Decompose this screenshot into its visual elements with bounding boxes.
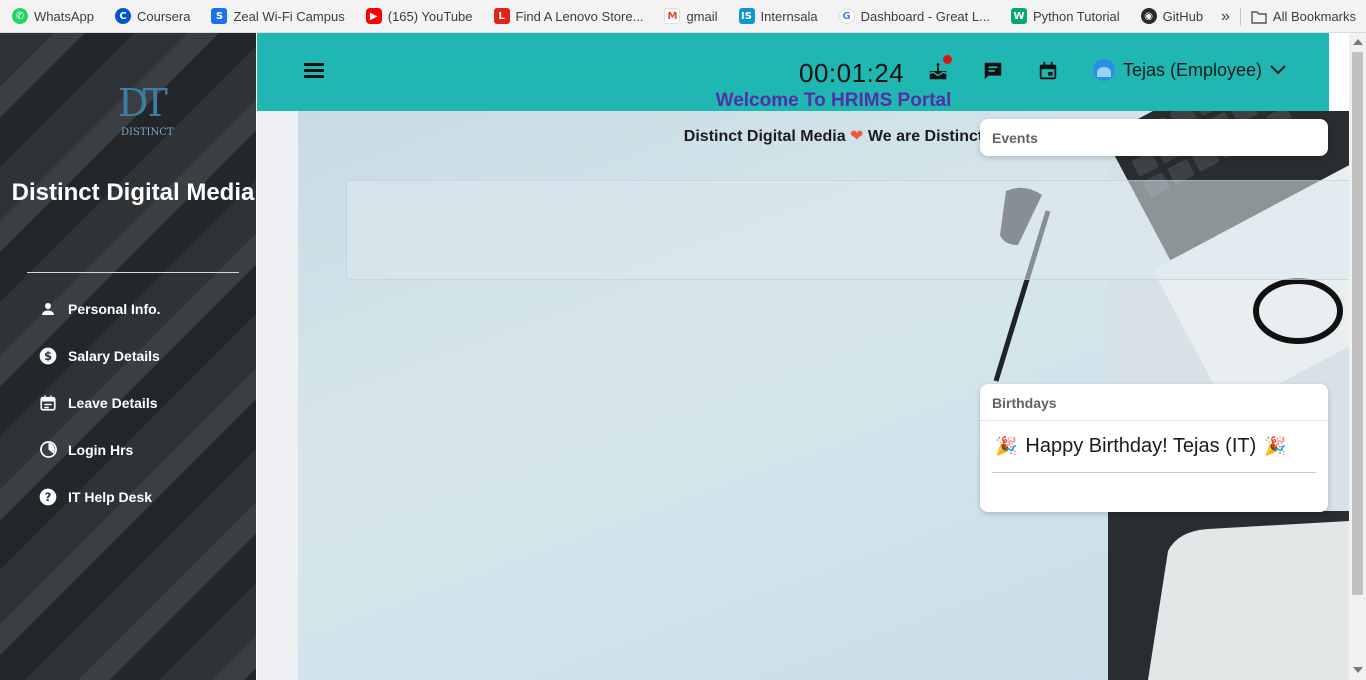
bookmark-label: (165) YouTube [387, 8, 473, 24]
party-popper-icon: 🎉 [1264, 436, 1287, 457]
w3schools-icon: W [1010, 8, 1027, 24]
bookmark-label: Dashboard - Great L... [860, 8, 990, 24]
scrollbar-thumb[interactable] [1352, 52, 1363, 595]
sidebar-item-salary-details[interactable]: $ Salary Details [38, 332, 161, 379]
sidebar-item-leave-details[interactable]: Leave Details [38, 379, 161, 426]
bookmark-whatsapp[interactable]: ✆ WhatsApp [12, 8, 94, 24]
help-icon: ? [38, 487, 58, 507]
github-icon: ◉ [1140, 8, 1157, 24]
birthday-message: Happy Birthday! Tejas (IT) [1025, 435, 1257, 457]
internshala-icon: IS [738, 8, 755, 24]
bookmark-dashboard[interactable]: G Dashboard - Great L... [838, 8, 990, 24]
sidebar-item-it-help-desk[interactable]: ? IT Help Desk [38, 473, 161, 520]
scroll-down-arrow-icon[interactable] [1353, 667, 1363, 673]
bookmarks-bar: ✆ WhatsApp C Coursera S Zeal Wi-Fi Campu… [0, 0, 1366, 33]
coursera-icon: C [114, 8, 131, 24]
content-gutter [257, 111, 298, 680]
bookmark-label: Coursera [136, 8, 191, 24]
company-logo: DT DISTINCT [118, 81, 180, 141]
sidebar-item-label: Leave Details [68, 394, 158, 411]
sidebar-item-label: Salary Details [68, 347, 160, 364]
svg-text:$: $ [44, 349, 52, 363]
cake-icon[interactable] [927, 55, 952, 82]
chevron-right-icon[interactable]: » [1221, 8, 1230, 26]
logo-text: DISTINCT [121, 127, 174, 138]
brand-name: Distinct Digital Media [11, 179, 255, 206]
heart-icon: ❤ [850, 126, 864, 145]
event-calendar-icon[interactable] [1037, 60, 1059, 82]
birthdays-title: Birthdays [980, 384, 1328, 421]
zeal-icon: S [211, 8, 228, 24]
bookmark-github[interactable]: ◉ GitHub [1140, 8, 1204, 24]
lenovo-icon: L [493, 8, 510, 24]
party-popper-icon: 🎉 [995, 436, 1018, 457]
logo-monogram: DT [118, 81, 168, 125]
chevron-down-icon [1270, 65, 1286, 75]
bookmark-internshala[interactable]: IS Internsala [738, 8, 818, 24]
hamburger-menu-icon[interactable] [304, 63, 324, 79]
events-card: Events [980, 119, 1328, 156]
bookmark-label: Find A Lenovo Store... [515, 8, 644, 24]
birthdays-card: Birthdays 🎉 Happy Birthday! Tejas (IT) 🎉 [980, 384, 1328, 512]
sidebar: DT DISTINCT Distinct Digital Media Perso… [0, 33, 256, 680]
youtube-icon: ▶ [365, 8, 382, 24]
sidebar-item-personal-info[interactable]: Personal Info. [38, 285, 161, 332]
user-menu[interactable]: Tejas (Employee) [1093, 59, 1286, 81]
bookmark-label: GitHub [1162, 8, 1204, 24]
welcome-company: Distinct Digital Media [683, 128, 846, 145]
google-icon: G [838, 8, 855, 24]
all-bookmarks-label: All Bookmarks [1272, 9, 1356, 24]
gmail-icon: M [664, 8, 681, 24]
clock-icon [38, 440, 58, 460]
sidebar-nav: Personal Info. $ Salary Details Leave De… [38, 285, 161, 520]
bookmark-label: Zeal Wi-Fi Campus [233, 8, 345, 24]
sidebar-item-label: Personal Info. [68, 300, 161, 317]
sidebar-item-label: IT Help Desk [68, 488, 153, 505]
whatsapp-icon: ✆ [12, 8, 28, 24]
events-title: Events [992, 130, 1038, 146]
chat-icon[interactable] [982, 60, 1004, 82]
dollar-icon: $ [38, 346, 58, 366]
folder-icon [1251, 10, 1267, 24]
sidebar-item-label: Login Hrs [68, 441, 134, 458]
bookmark-lenovo[interactable]: L Find A Lenovo Store... [493, 8, 644, 24]
bookmark-python-tutorial[interactable]: W Python Tutorial [1010, 8, 1120, 24]
notification-dot [943, 55, 952, 64]
bookmark-label: Internsala [760, 8, 818, 24]
welcome-title: Welcome To HRIMS Portal [715, 90, 952, 111]
welcome-tagline: We are Distinct [867, 128, 984, 145]
bookmark-label: WhatsApp [34, 8, 94, 24]
person-icon [38, 299, 58, 319]
sidebar-item-login-hrs[interactable]: Login Hrs [38, 426, 161, 473]
session-timer: 00:01:24 [799, 58, 905, 88]
user-name: Tejas (Employee) [1123, 59, 1263, 80]
bookmark-zeal[interactable]: S Zeal Wi-Fi Campus [211, 8, 345, 24]
all-bookmarks-button[interactable]: All Bookmarks [1251, 9, 1356, 24]
birthday-item: 🎉 Happy Birthday! Tejas (IT) 🎉 [992, 435, 1316, 473]
bookmark-divider [1239, 7, 1241, 26]
bookmark-label: Python Tutorial [1032, 8, 1120, 24]
svg-text:?: ? [45, 490, 52, 504]
bookmark-youtube[interactable]: ▶ (165) YouTube [365, 8, 473, 24]
sidebar-divider [27, 272, 239, 273]
bookmark-coursera[interactable]: C Coursera [114, 8, 191, 24]
calendar-icon [38, 393, 58, 413]
welcome-card [346, 180, 1349, 280]
bookmark-label: gmail [686, 8, 718, 24]
avatar [1093, 59, 1115, 81]
bookmark-gmail[interactable]: M gmail [664, 8, 718, 24]
scroll-up-arrow-icon[interactable] [1353, 39, 1363, 45]
